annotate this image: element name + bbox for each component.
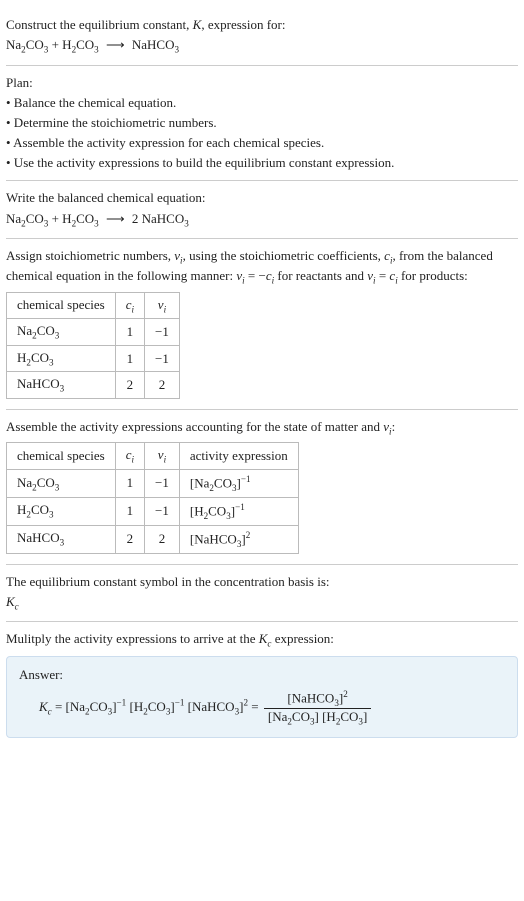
plan-bullet-2: • Determine the stoichiometric numbers. <box>6 114 518 132</box>
col-species: chemical species <box>7 443 116 470</box>
header-section: Construct the equilibrium constant, K, e… <box>6 8 518 66</box>
col-expr: activity expression <box>179 443 298 470</box>
cell-species: Na2CO3 <box>7 469 116 497</box>
kc-symbol-line: The equilibrium constant symbol in the c… <box>6 573 518 591</box>
activity-intro: Assemble the activity expressions accoun… <box>6 418 518 438</box>
plan-bullet-3: • Assemble the activity expression for e… <box>6 134 518 152</box>
stoich-section: Assign stoichiometric numbers, νi, using… <box>6 239 518 410</box>
plan-title: Plan: <box>6 74 518 92</box>
cell-ci: 2 <box>115 525 144 553</box>
cell-vi: 2 <box>145 525 180 553</box>
activity-table: chemical species ci νi activity expressi… <box>6 442 299 553</box>
stoich-table: chemical species ci νi Na2CO3 1 −1 H2CO3… <box>6 292 180 399</box>
balanced-equation: Na2CO3 + H2CO3 ⟶ 2 NaHCO3 <box>6 210 518 230</box>
activity-section: Assemble the activity expressions accoun… <box>6 410 518 565</box>
col-vi: νi <box>145 443 180 470</box>
cell-expr: [H2CO3]−1 <box>179 497 298 525</box>
answer-box: Answer: Kc = [Na2CO3]−1 [H2CO3]−1 [NaHCO… <box>6 656 518 738</box>
table-header-row: chemical species ci νi activity expressi… <box>7 443 299 470</box>
table-row: H2CO3 1 −1 [H2CO3]−1 <box>7 497 299 525</box>
col-ci: ci <box>115 443 144 470</box>
answer-label: Answer: <box>19 667 505 683</box>
kc-symbol-section: The equilibrium constant symbol in the c… <box>6 565 518 623</box>
answer-formula: Kc = [Na2CO3]−1 [H2CO3]−1 [NaHCO3]2 = [N… <box>19 689 505 727</box>
kc-symbol: Kc <box>6 593 518 613</box>
cell-species: H2CO3 <box>7 497 116 525</box>
col-species: chemical species <box>7 292 116 319</box>
multiply-text: Mulitply the activity expressions to arr… <box>6 630 518 650</box>
table-row: H2CO3 1 −1 <box>7 345 180 372</box>
cell-vi: −1 <box>145 497 180 525</box>
cell-expr: [Na2CO3]−1 <box>179 469 298 497</box>
cell-expr: [NaHCO3]2 <box>179 525 298 553</box>
cell-vi: −1 <box>145 469 180 497</box>
cell-ci: 1 <box>115 345 144 372</box>
balanced-title: Write the balanced chemical equation: <box>6 189 518 207</box>
plan-bullet-4: • Use the activity expressions to build … <box>6 154 518 172</box>
cell-ci: 1 <box>115 497 144 525</box>
cell-ci: 1 <box>115 319 144 346</box>
cell-species: NaHCO3 <box>7 525 116 553</box>
col-ci: ci <box>115 292 144 319</box>
cell-ci: 1 <box>115 469 144 497</box>
plan-bullet-1: • Balance the chemical equation. <box>6 94 518 112</box>
cell-vi: 2 <box>145 372 180 399</box>
cell-species: NaHCO3 <box>7 372 116 399</box>
cell-species: H2CO3 <box>7 345 116 372</box>
plan-section: Plan: • Balance the chemical equation. •… <box>6 66 518 182</box>
col-vi: νi <box>145 292 180 319</box>
unbalanced-equation: Na2CO3 + H2CO3 ⟶ NaHCO3 <box>6 36 518 56</box>
balanced-section: Write the balanced chemical equation: Na… <box>6 181 518 239</box>
cell-vi: −1 <box>145 345 180 372</box>
table-header-row: chemical species ci νi <box>7 292 180 319</box>
cell-vi: −1 <box>145 319 180 346</box>
table-row: Na2CO3 1 −1 [Na2CO3]−1 <box>7 469 299 497</box>
table-row: NaHCO3 2 2 <box>7 372 180 399</box>
prompt-line-1: Construct the equilibrium constant, K, e… <box>6 16 518 34</box>
cell-ci: 2 <box>115 372 144 399</box>
multiply-section: Mulitply the activity expressions to arr… <box>6 622 518 750</box>
cell-species: Na2CO3 <box>7 319 116 346</box>
table-row: NaHCO3 2 2 [NaHCO3]2 <box>7 525 299 553</box>
table-row: Na2CO3 1 −1 <box>7 319 180 346</box>
stoich-intro: Assign stoichiometric numbers, νi, using… <box>6 247 518 288</box>
